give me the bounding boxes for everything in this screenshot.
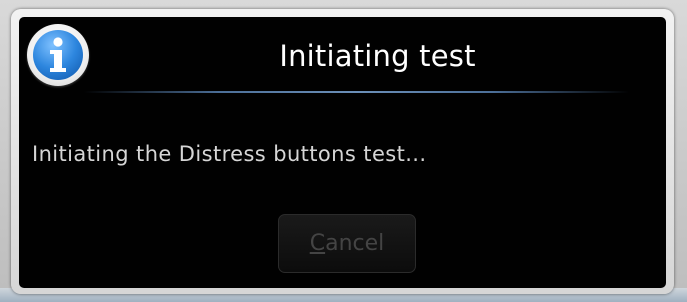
initiating-test-dialog: Initiating test Initiating the Distress …: [19, 17, 666, 288]
dialog-message: Initiating the Distress buttons test...: [32, 142, 427, 166]
cancel-button[interactable]: Cancel: [278, 214, 416, 273]
cancel-button-label: ancel: [325, 231, 385, 256]
dialog-title: Initiating test: [279, 39, 476, 73]
info-icon: [27, 24, 89, 86]
cancel-button-mnemonic: C: [309, 231, 326, 256]
info-icon-disc: [33, 30, 83, 80]
info-glyph: [50, 37, 66, 72]
title-divider: [84, 91, 629, 93]
